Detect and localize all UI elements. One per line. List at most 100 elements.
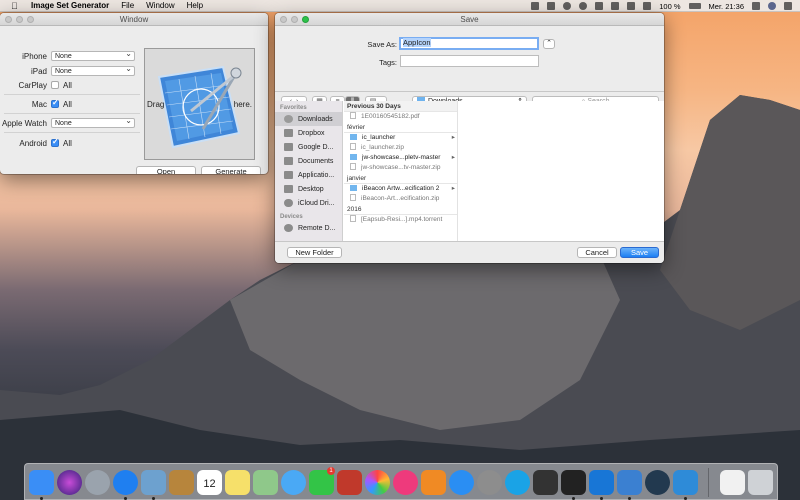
- history-icon[interactable]: [579, 2, 588, 10]
- carplay-checkbox[interactable]: [51, 81, 59, 89]
- drop-hint-left: Drag: [147, 100, 165, 109]
- folder-item[interactable]: ic_launcher ▸: [344, 133, 457, 143]
- sidebar-item-documents[interactable]: Documents: [275, 154, 342, 168]
- android-checkbox[interactable]: [51, 137, 59, 147]
- volume-icon[interactable]: [643, 2, 652, 10]
- save-as-input[interactable]: AppIcon: [399, 37, 539, 50]
- torrent-icon: [350, 215, 356, 222]
- window-controls: [5, 16, 34, 23]
- minimize-button[interactable]: [291, 16, 298, 23]
- app-store-icon[interactable]: [449, 470, 474, 495]
- launchpad-icon[interactable]: [85, 470, 110, 495]
- app-icon[interactable]: [673, 470, 698, 495]
- sidebar-item-google-drive[interactable]: Google D...: [275, 140, 342, 154]
- safari-icon[interactable]: [113, 470, 138, 495]
- menu-window[interactable]: Window: [146, 1, 174, 10]
- save-titlebar[interactable]: Save: [275, 13, 664, 26]
- minimize-button[interactable]: [16, 16, 23, 23]
- menu-file[interactable]: File: [121, 1, 134, 10]
- trash-icon[interactable]: [748, 470, 773, 495]
- menu-help[interactable]: Help: [187, 1, 203, 10]
- battery-icon[interactable]: [688, 3, 701, 9]
- apple-menu-icon[interactable]: : [11, 1, 21, 11]
- folder-item[interactable]: jw-showcase...pletv-master ▸: [344, 153, 457, 163]
- save-form: Save As: AppIcon ⌃ Tags:: [275, 26, 664, 92]
- activity-monitor-icon[interactable]: [533, 470, 558, 495]
- sidebar-item-remote-disc[interactable]: Remote D...: [275, 221, 342, 235]
- tags-input[interactable]: [400, 55, 539, 67]
- sidebar-item-applications[interactable]: Applicatio...: [275, 168, 342, 182]
- group-heading: 2016: [344, 204, 457, 215]
- airplay-icon[interactable]: [627, 2, 636, 10]
- generator-titlebar[interactable]: Window: [0, 13, 268, 26]
- file-item[interactable]: iBeacon-Art...ecification.zip: [344, 194, 457, 204]
- generate-button[interactable]: Generate: [201, 166, 261, 174]
- new-folder-button[interactable]: New Folder: [287, 247, 342, 258]
- file-item[interactable]: jw-showcase...tv-master.zip: [344, 163, 457, 173]
- zoom-button[interactable]: [27, 16, 34, 23]
- save-button[interactable]: Save: [620, 247, 659, 258]
- ipad-select[interactable]: None: [51, 64, 135, 76]
- skype-icon[interactable]: [505, 470, 530, 495]
- open-button[interactable]: Open: [136, 166, 196, 174]
- sourcetree-icon[interactable]: [645, 470, 670, 495]
- siri-icon[interactable]: [57, 470, 82, 495]
- save-sidebar: Favorites Downloads Dropbox Google D... …: [275, 101, 343, 241]
- drive-icon[interactable]: [547, 2, 556, 10]
- bluetooth-icon[interactable]: [595, 2, 604, 10]
- document-stack-icon[interactable]: [720, 470, 745, 495]
- photo-booth-icon[interactable]: [337, 470, 362, 495]
- notes-icon[interactable]: [225, 470, 250, 495]
- terminal-icon[interactable]: [561, 470, 586, 495]
- sidebar-item-desktop[interactable]: Desktop: [275, 182, 342, 196]
- sidebar-item-downloads[interactable]: Downloads: [275, 112, 342, 126]
- cancel-button[interactable]: Cancel: [577, 247, 617, 258]
- itunes-icon[interactable]: [393, 470, 418, 495]
- wifi-icon[interactable]: [611, 2, 620, 10]
- mac-checkbox[interactable]: [51, 98, 59, 108]
- expand-dialog-button[interactable]: ⌃: [543, 39, 555, 49]
- folder-item[interactable]: iBeacon Artw...ecification 2 ▸: [344, 184, 457, 194]
- row-iphone: iPhone None: [0, 49, 135, 62]
- menu-app-name[interactable]: Image Set Generator: [31, 1, 109, 10]
- label-mac: Mac: [31, 99, 47, 109]
- blueprint-app-icon[interactable]: [617, 470, 642, 495]
- dock-divider: [708, 468, 709, 497]
- favorites-heading: Favorites: [280, 105, 307, 111]
- dropbox-icon[interactable]: [531, 2, 540, 10]
- time-machine-icon[interactable]: [563, 2, 572, 10]
- calendar-icon[interactable]: 12: [197, 470, 222, 495]
- image-drop-zone[interactable]: Drag here.: [144, 48, 255, 160]
- messages-icon[interactable]: [281, 470, 306, 495]
- sidebar-item-dropbox[interactable]: Dropbox: [275, 126, 342, 140]
- file-item[interactable]: ic_launcher.zip: [344, 143, 457, 153]
- devices-heading: Devices: [280, 214, 303, 220]
- finder-icon[interactable]: [29, 470, 54, 495]
- applications-icon: [284, 171, 293, 179]
- preview-icon[interactable]: [141, 470, 166, 495]
- close-button[interactable]: [280, 16, 287, 23]
- clock[interactable]: Mer. 21:36: [709, 2, 744, 11]
- file-item[interactable]: [Eapsub-Resi...].mp4.torrent: [344, 215, 457, 225]
- spotlight-icon[interactable]: [752, 2, 760, 10]
- file-item[interactable]: 1E00160545182.pdf: [344, 112, 457, 122]
- notification-badge: 1: [327, 467, 335, 475]
- system-preferences-icon[interactable]: [477, 470, 502, 495]
- label-iphone: iPhone: [22, 51, 47, 61]
- sidebar-item-icloud-drive[interactable]: iCloud Dri...: [275, 196, 342, 210]
- apple-watch-select[interactable]: None: [51, 116, 135, 128]
- iphone-select[interactable]: None: [51, 49, 135, 61]
- photos-icon[interactable]: [365, 470, 390, 495]
- save-title: Save: [460, 15, 479, 24]
- zoom-button[interactable]: [302, 16, 309, 23]
- cloud-icon: [284, 199, 293, 207]
- empty-column: [459, 101, 664, 241]
- ibooks-icon[interactable]: [421, 470, 446, 495]
- contacts-icon[interactable]: [169, 470, 194, 495]
- xcode-icon[interactable]: [589, 470, 614, 495]
- downloads-icon: [284, 115, 293, 123]
- close-button[interactable]: [5, 16, 12, 23]
- maps-icon[interactable]: [253, 470, 278, 495]
- notification-center-icon[interactable]: [784, 2, 792, 10]
- user-avatar-icon[interactable]: [768, 2, 776, 10]
